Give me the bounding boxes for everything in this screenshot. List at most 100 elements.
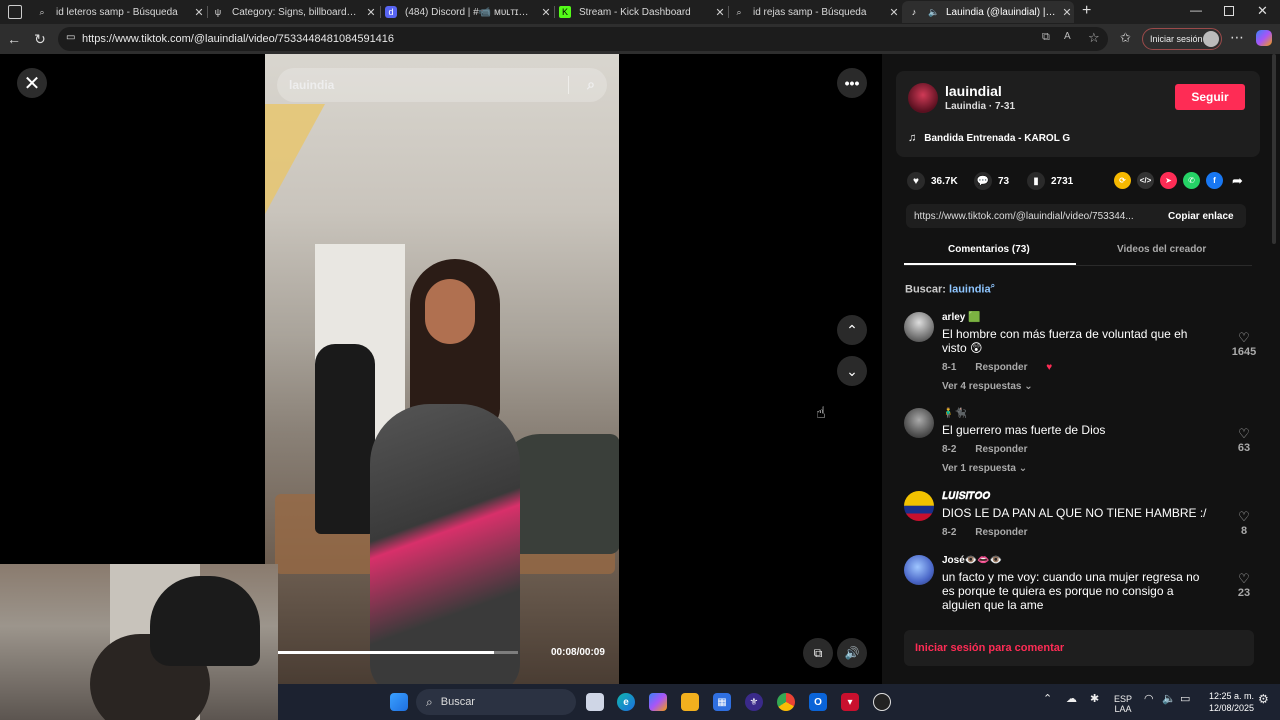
like-stat[interactable]: ♥ 36.7K [907,172,958,190]
new-tab-button[interactable]: + [1082,2,1091,20]
reply-button[interactable]: Responder [975,362,1027,373]
windows-start-icon[interactable] [390,693,408,711]
taskbar-search[interactable]: ⌕ Buscar [416,689,576,715]
floating-player-button[interactable]: ⧉ [803,638,833,668]
browser-tab-6[interactable]: ♪ 🔈 Lauindia (@lauindial) | TikTo ✕ [902,1,1074,23]
browser-tab-3[interactable]: d (484) Discord | #📹 ᴍᴜʟᴛɪᴍᴇᴅɪᴀ ✕ [385,1,553,23]
comment-username[interactable]: 🧍‍♂️🐈‍⬛ [942,408,967,419]
comment-like[interactable]: ♡ 1645 [1226,330,1262,358]
comment-like[interactable]: ♡ 8 [1226,509,1262,537]
reply-button[interactable]: Responder [975,444,1027,455]
previous-video-button[interactable]: ⌃ [837,315,867,345]
view-replies-button[interactable]: Ver 4 respuestas ⌄ [942,381,1033,392]
share-arrow-icon[interactable]: ➦ [1229,172,1246,189]
save-stat[interactable]: ▮ 2731 [1027,172,1073,190]
outlook-icon[interactable]: O [809,693,827,711]
obs-icon[interactable] [873,693,891,711]
heart-icon: ♥ [907,172,925,190]
open-in-app-icon[interactable]: ⧉ [1042,31,1050,44]
comment-like[interactable]: ♡ 23 [1226,571,1262,599]
copilot-icon[interactable] [649,693,667,711]
send-icon[interactable]: ➤ [1160,172,1177,189]
maximize-button[interactable] [1224,6,1234,16]
comment-item: 🧍‍♂️🐈‍⬛ El guerrero mas fuerte de Dios 8… [904,408,1264,486]
comment-avatar[interactable] [904,491,934,521]
tab-comments[interactable]: Comentarios (73) [948,244,1030,255]
panel-scrollbar[interactable] [1272,54,1276,244]
site-info-icon[interactable]: ▭ [66,32,75,43]
back-arrow-icon[interactable]: ← [5,30,23,48]
comment-avatar[interactable] [904,312,934,342]
reload-icon[interactable]: ↻ [31,30,49,48]
store-icon[interactable]: ▦ [713,693,731,711]
close-icon[interactable]: ✕ [364,6,378,19]
progress-bar[interactable] [278,651,518,654]
copy-link-button[interactable]: Copiar enlace [1158,204,1234,228]
search-suggestion[interactable]: Buscar: lauindia⌕ [905,281,995,296]
comment-stat[interactable]: 💬 73 [974,172,1009,190]
reply-button[interactable]: Responder [975,527,1027,538]
music-link[interactable]: ♫ Bandida Entrenada - KAROL G [908,132,1070,144]
close-video-button[interactable]: ✕ [17,68,47,98]
wifi-icon[interactable]: ◠ [1144,694,1154,705]
more-menu-icon[interactable]: ⋯ [1230,29,1244,46]
minimize-button[interactable]: — [1190,3,1202,17]
view-replies-button[interactable]: Ver 1 respuesta ⌄ [942,463,1027,474]
close-icon[interactable]: ✕ [1060,6,1074,19]
browser-tab-2[interactable]: ψ Category: Signs, billboards and s ✕ [212,1,378,23]
notifications-icon[interactable]: ⚙ [1258,693,1269,705]
volume-button[interactable]: 🔊 [837,638,867,668]
browser-signin-button[interactable]: Iniciar sesión [1142,28,1222,50]
comment-avatar[interactable] [904,408,934,438]
browser-tab-4[interactable]: K Stream - Kick Dashboard ✕ [559,1,727,23]
more-options-button[interactable]: ••• [837,68,867,98]
edge-icon[interactable]: e [617,693,635,711]
close-icon[interactable]: ✕ [887,6,901,19]
search-keyword[interactable]: lauindia [949,284,991,296]
language-indicator[interactable]: ESP LAA [1114,694,1132,714]
browser-tab-5[interactable]: ⌕ id rejas samp - Búsqueda ✕ [733,1,901,23]
show-hidden-icons[interactable]: ⌃ [1043,694,1052,705]
facebook-icon[interactable]: f [1206,172,1223,189]
close-icon[interactable]: ✕ [713,6,727,19]
favorite-star-icon[interactable]: ☆ [1088,30,1100,46]
embed-icon[interactable]: </> [1137,172,1154,189]
chrome-icon[interactable] [777,693,795,711]
favorites-icon[interactable]: ✩ [1120,30,1131,46]
antivirus-icon[interactable]: ▾ [841,693,859,711]
comment-username[interactable]: arley 🟩 [942,312,981,323]
url-field[interactable]: ▭ https://www.tiktok.com/@lauindial/vide… [58,27,1108,51]
copilot-icon[interactable] [1256,30,1272,46]
search-icon[interactable]: ⌕ [587,76,595,93]
battery-icon[interactable]: ▭ [1180,694,1190,705]
next-video-button[interactable]: ⌄ [837,356,867,386]
close-window-button[interactable]: ✕ [1257,3,1268,19]
comment-username[interactable]: José👁️👄👁️ [942,555,1002,566]
speaker-icon[interactable]: 🔈 [928,6,940,18]
comment-avatar[interactable] [904,555,934,585]
network-off-icon[interactable]: ☁ [1066,694,1077,705]
author-avatar[interactable] [908,83,938,113]
author-username[interactable]: lauindial [945,83,1002,99]
bluetooth-icon[interactable]: ✱ [1090,694,1099,705]
share-link-text[interactable]: https://www.tiktok.com/@lauindial/video/… [914,211,1152,222]
login-to-comment-button[interactable]: Iniciar sesión para comentar [904,630,1254,666]
search-input[interactable]: lauindia ⌕ [277,68,607,102]
repost-icon[interactable]: ⟳ [1114,172,1131,189]
video-frame[interactable] [265,54,619,684]
comment-username[interactable]: 𝑳𝑼𝑰𝑺𝑰𝑻𝑶𝑶 [942,491,990,502]
follow-button[interactable]: Seguir [1175,84,1245,110]
file-explorer-icon[interactable] [681,693,699,711]
system-clock[interactable]: 12:25 a. m. 12/08/2025 [1198,690,1254,714]
close-icon[interactable]: ✕ [192,6,206,19]
read-aloud-icon[interactable]: A [1064,31,1071,42]
task-view-icon[interactable] [586,693,604,711]
tab-actions-icon[interactable] [8,5,22,19]
comment-like[interactable]: ♡ 63 [1226,426,1262,454]
tab-creator-videos[interactable]: Videos del creador [1117,244,1206,255]
volume-icon[interactable]: 🔈 [1162,694,1176,705]
app-icon[interactable]: ⚜ [745,693,763,711]
browser-tab-1[interactable]: ⌕ id leteros samp - Búsqueda ✕ [36,1,206,23]
whatsapp-icon[interactable]: ✆ [1183,172,1200,189]
close-icon[interactable]: ✕ [539,6,553,19]
